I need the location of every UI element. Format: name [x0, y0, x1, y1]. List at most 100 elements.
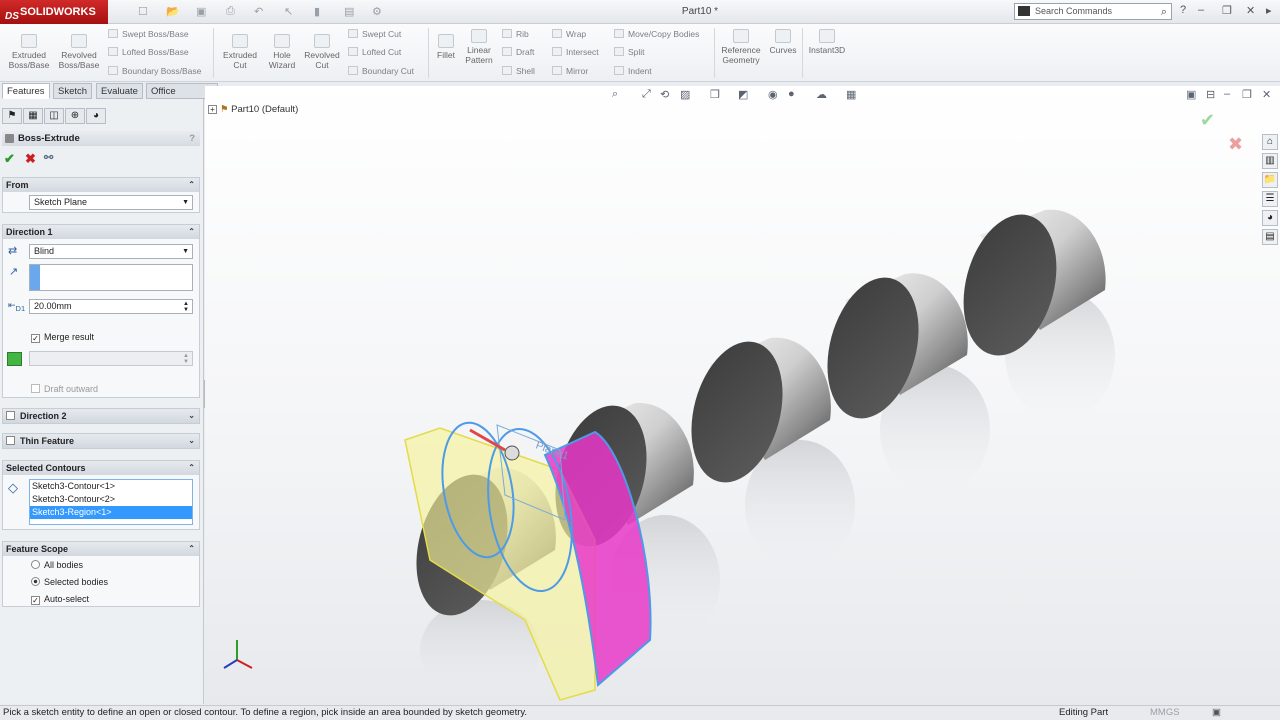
- direction2-header[interactable]: Direction 2 ⌄: [3, 409, 199, 423]
- detailed-preview-icon[interactable]: ⚯: [44, 151, 53, 164]
- lofted-boss-base-button[interactable]: Lofted Boss/Base: [108, 47, 189, 57]
- instant3d-button[interactable]: Instant3D: [806, 29, 848, 55]
- search-icon[interactable]: ⌕: [1161, 5, 1167, 20]
- from-header[interactable]: From ⌃: [3, 178, 199, 192]
- hole-wizard-button[interactable]: Hole Wizard: [262, 34, 302, 70]
- depth-input[interactable]: 20.00mm ▲ ▼: [29, 299, 193, 314]
- expand-icon[interactable]: +: [208, 105, 217, 114]
- feature-scope-header[interactable]: Feature Scope ⌃: [3, 542, 199, 556]
- solidworks-resources-icon[interactable]: ⌂: [1262, 134, 1278, 150]
- drag-handle[interactable]: [504, 445, 520, 461]
- new-document-icon[interactable]: ☐: [138, 5, 148, 18]
- configuration-manager-icon[interactable]: ◫: [44, 108, 64, 124]
- cancel-x-icon[interactable]: ✖: [25, 151, 36, 167]
- close-icon[interactable]: ✕: [1246, 4, 1255, 17]
- edit-appearance-icon[interactable]: ●: [788, 88, 795, 100]
- lofted-cut-button[interactable]: Lofted Cut: [348, 47, 401, 57]
- file-properties-icon[interactable]: ▤: [344, 5, 354, 18]
- confirm-cancel-icon[interactable]: ✖: [1228, 134, 1243, 155]
- help-question-icon[interactable]: ?: [189, 131, 195, 146]
- help-icon[interactable]: ?: [1180, 4, 1186, 16]
- file-explorer-icon[interactable]: 📁: [1262, 172, 1278, 188]
- section-view-icon[interactable]: ▨: [680, 88, 690, 101]
- rebuild-icon[interactable]: ▮: [314, 5, 320, 18]
- swept-boss-base-button[interactable]: Swept Boss/Base: [108, 29, 189, 39]
- zoom-to-area-icon[interactable]: ⤢: [642, 88, 651, 101]
- collapse-chevron-icon[interactable]: ⌃: [188, 461, 195, 475]
- shell-button[interactable]: Shell: [502, 66, 535, 76]
- view-settings-icon[interactable]: ▦: [846, 88, 856, 101]
- tab-evaluate[interactable]: Evaluate: [96, 83, 143, 99]
- appearances-icon[interactable]: ◕: [1262, 210, 1278, 226]
- end-condition-select[interactable]: Blind ▼: [29, 244, 193, 259]
- view-palette-icon[interactable]: ☰: [1262, 191, 1278, 207]
- restore-icon[interactable]: ❐: [1222, 4, 1232, 17]
- display-manager-icon[interactable]: ◕: [86, 108, 106, 124]
- expand-chevron-icon[interactable]: ⌄: [188, 409, 195, 423]
- direction-selection-box[interactable]: [29, 264, 193, 291]
- all-bodies-radio[interactable]: All bodies: [31, 560, 83, 571]
- curves-button[interactable]: Curves: [766, 29, 800, 55]
- viewport-minimize-icon[interactable]: –: [1224, 88, 1230, 100]
- list-item[interactable]: Sketch3-Contour<1>: [30, 480, 192, 493]
- fillet-button[interactable]: Fillet: [432, 34, 460, 60]
- list-item[interactable]: Sketch3-Region<1>: [30, 506, 192, 519]
- collapse-chevron-icon[interactable]: ⌃: [188, 542, 195, 556]
- ok-check-icon[interactable]: ✔: [4, 151, 15, 167]
- units-indicator[interactable]: MMGS: [1150, 706, 1180, 720]
- flyout-feature-tree[interactable]: + ⚑ Part10 (Default): [208, 104, 298, 115]
- open-icon[interactable]: 📂: [166, 5, 180, 18]
- apply-scene-icon[interactable]: ☁: [816, 88, 827, 101]
- revolved-cut-button[interactable]: Revolved Cut: [302, 34, 342, 70]
- options-icon[interactable]: ⚙: [372, 5, 382, 18]
- save-icon[interactable]: ▣: [196, 5, 206, 18]
- draft-angle-input[interactable]: ▲ ▼: [29, 351, 193, 366]
- custom-properties-icon[interactable]: ▤: [1262, 229, 1278, 245]
- draft-on-off-icon[interactable]: [7, 352, 22, 366]
- list-item[interactable]: Sketch3-Contour<2>: [30, 493, 192, 506]
- undo-icon[interactable]: ↶: [254, 5, 263, 18]
- collapse-chevron-icon[interactable]: ⌃: [188, 178, 195, 192]
- print-icon[interactable]: ⎙: [226, 5, 235, 18]
- viewport-close-icon[interactable]: ✕: [1262, 88, 1271, 101]
- boundary-cut-button[interactable]: Boundary Cut: [348, 66, 414, 76]
- direction2-checkbox[interactable]: [6, 411, 15, 420]
- selected-contours-list[interactable]: Sketch3-Contour<1> Sketch3-Contour<2> Sk…: [29, 479, 193, 525]
- search-commands-field[interactable]: Search Commands ⌕: [1014, 3, 1172, 20]
- collapse-chevron-icon[interactable]: ⌃: [188, 225, 195, 239]
- view-split-icon[interactable]: ⊟: [1206, 88, 1215, 101]
- draft-button[interactable]: Draft: [502, 47, 534, 57]
- thin-feature-header[interactable]: Thin Feature ⌄: [3, 434, 199, 448]
- merge-result-checkbox[interactable]: ✓ Merge result: [31, 332, 94, 343]
- solidworks-logo[interactable]: DS SOLIDWORKS: [0, 0, 108, 24]
- previous-view-icon[interactable]: ⟲: [660, 88, 669, 101]
- zoom-to-fit-icon[interactable]: ⌕: [612, 88, 618, 101]
- reference-geometry-button[interactable]: Reference Geometry: [718, 29, 764, 65]
- intersect-button[interactable]: Intersect: [552, 47, 599, 57]
- status-bar-icon[interactable]: ▣: [1212, 706, 1221, 720]
- rib-button[interactable]: Rib: [502, 29, 529, 39]
- design-library-icon[interactable]: ▥: [1262, 153, 1278, 169]
- boundary-boss-base-button[interactable]: Boundary Boss/Base: [108, 66, 201, 76]
- thin-feature-checkbox[interactable]: [6, 436, 15, 445]
- tab-sketch[interactable]: Sketch: [53, 83, 93, 99]
- linear-pattern-button[interactable]: Linear Pattern: [460, 29, 498, 65]
- property-manager-icon[interactable]: ▦: [23, 108, 43, 124]
- selected-contours-header[interactable]: Selected Contours ⌃: [3, 461, 199, 475]
- direction1-header[interactable]: Direction 1 ⌃: [3, 225, 199, 239]
- revolved-boss-base-button[interactable]: Revolved Boss/Base: [56, 34, 102, 70]
- spinner-arrows-icon[interactable]: ▲ ▼: [183, 301, 189, 313]
- extruded-cut-button[interactable]: Extruded Cut: [218, 34, 262, 70]
- selected-bodies-radio[interactable]: Selected bodies: [31, 577, 108, 588]
- split-button[interactable]: Split: [614, 47, 645, 57]
- display-style-icon[interactable]: ◩: [738, 88, 748, 101]
- from-start-condition-select[interactable]: Sketch Plane ▼: [29, 195, 193, 210]
- view-tile-icon[interactable]: ▣: [1186, 88, 1196, 101]
- auto-select-checkbox[interactable]: ✓ Auto-select: [31, 594, 89, 605]
- wrap-button[interactable]: Wrap: [552, 29, 586, 39]
- view-orientation-icon[interactable]: ❒: [710, 88, 720, 101]
- viewport-restore-icon[interactable]: ❐: [1242, 88, 1252, 101]
- minimize-icon[interactable]: –: [1198, 4, 1204, 16]
- pin-icon[interactable]: ▸: [1266, 4, 1272, 17]
- move-copy-bodies-button[interactable]: Move/Copy Bodies: [614, 29, 699, 39]
